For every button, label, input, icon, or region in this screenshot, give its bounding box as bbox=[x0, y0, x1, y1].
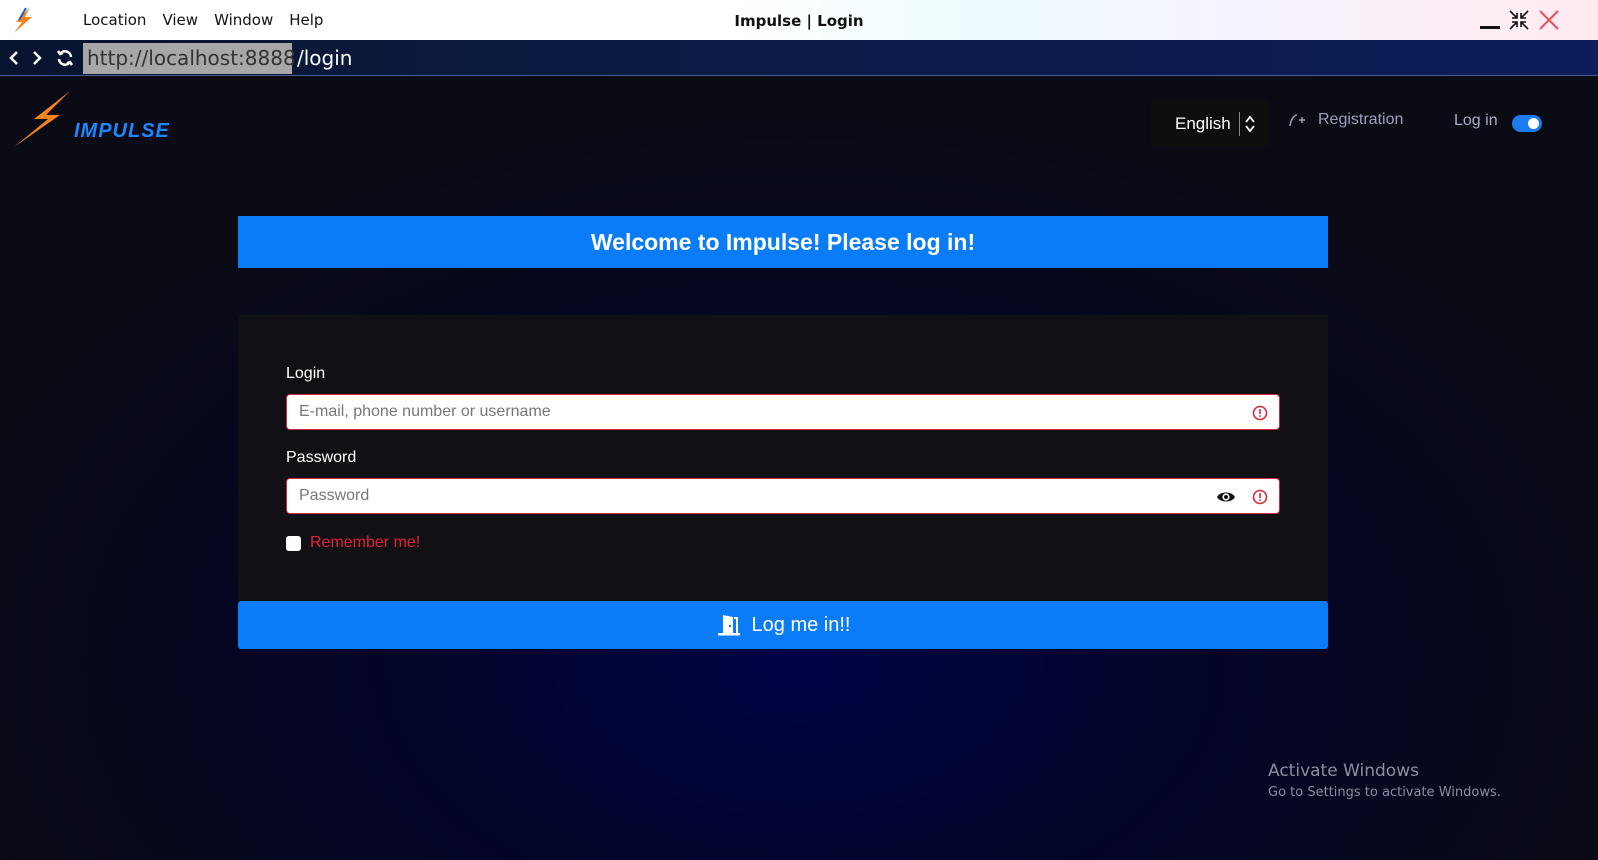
add-user-icon bbox=[1289, 114, 1305, 127]
restore-button[interactable] bbox=[1507, 8, 1531, 32]
window-titlebar: Location View Window Help Impulse | Logi… bbox=[0, 0, 1598, 40]
activate-subtitle: Go to Settings to activate Windows. bbox=[1268, 785, 1501, 800]
logo-bolt-icon bbox=[14, 91, 70, 147]
chevron-left-icon bbox=[9, 51, 18, 65]
language-select[interactable]: English bbox=[1151, 100, 1268, 147]
submit-label: Log me in!! bbox=[751, 613, 851, 636]
remember-label[interactable]: Remember me! bbox=[310, 534, 420, 552]
remember-checkbox[interactable] bbox=[286, 535, 301, 551]
close-icon bbox=[1539, 10, 1559, 30]
menu-item-help[interactable]: Help bbox=[289, 11, 323, 29]
page-body: IMPULSE English Registration Log in Welc… bbox=[0, 77, 1598, 860]
url-host[interactable]: http://localhost:8888 bbox=[83, 43, 296, 74]
login-input[interactable] bbox=[287, 395, 1279, 429]
login-link[interactable]: Log in bbox=[1454, 112, 1498, 130]
updown-chevron-icon bbox=[1238, 111, 1256, 136]
chevron-right-icon bbox=[33, 51, 42, 65]
password-input[interactable] bbox=[287, 479, 1279, 513]
reload-icon bbox=[56, 50, 74, 66]
activate-title: Activate Windows bbox=[1268, 761, 1419, 781]
reload-button[interactable] bbox=[55, 48, 75, 68]
welcome-banner: Welcome to Impulse! Please log in! bbox=[238, 216, 1328, 268]
close-button[interactable] bbox=[1537, 8, 1561, 32]
shrink-icon bbox=[1509, 10, 1529, 30]
remember-me: Remember me! bbox=[286, 534, 420, 552]
minimize-icon bbox=[1480, 26, 1500, 29]
login-form: Login Password Remember me! bbox=[238, 315, 1328, 601]
address-bar: http://localhost:8888 /login bbox=[0, 40, 1598, 76]
back-button[interactable] bbox=[4, 48, 24, 68]
login-label: Login bbox=[286, 365, 326, 382]
activate-windows-watermark: Activate Windows Go to Settings to activ… bbox=[1268, 761, 1501, 800]
forward-button[interactable] bbox=[27, 48, 47, 68]
password-label: Password bbox=[286, 449, 357, 466]
menu-item-view[interactable]: View bbox=[162, 11, 198, 29]
door-icon bbox=[717, 615, 740, 636]
toggle-knob bbox=[1528, 118, 1539, 129]
login-submit-button[interactable]: Log me in!! bbox=[238, 601, 1328, 649]
language-value: English bbox=[1175, 113, 1231, 133]
app-bolt-icon bbox=[14, 7, 32, 33]
registration-link[interactable]: Registration bbox=[1288, 111, 1403, 129]
impulse-logo[interactable]: IMPULSE bbox=[12, 89, 172, 151]
url-path[interactable]: /login bbox=[297, 43, 352, 74]
registration-label: Registration bbox=[1318, 111, 1404, 128]
menu-item-location[interactable]: Location bbox=[83, 11, 146, 29]
error-icon bbox=[1252, 405, 1268, 421]
login-field[interactable] bbox=[286, 394, 1280, 430]
theme-toggle[interactable] bbox=[1512, 115, 1542, 132]
password-field[interactable] bbox=[286, 478, 1280, 514]
error-icon bbox=[1252, 489, 1268, 505]
menu-bar: Location View Window Help bbox=[83, 11, 323, 29]
logo-text: IMPULSE bbox=[74, 120, 170, 142]
eye-icon[interactable] bbox=[1216, 489, 1236, 505]
menu-item-window[interactable]: Window bbox=[214, 11, 273, 29]
minimize-button[interactable] bbox=[1478, 8, 1502, 32]
